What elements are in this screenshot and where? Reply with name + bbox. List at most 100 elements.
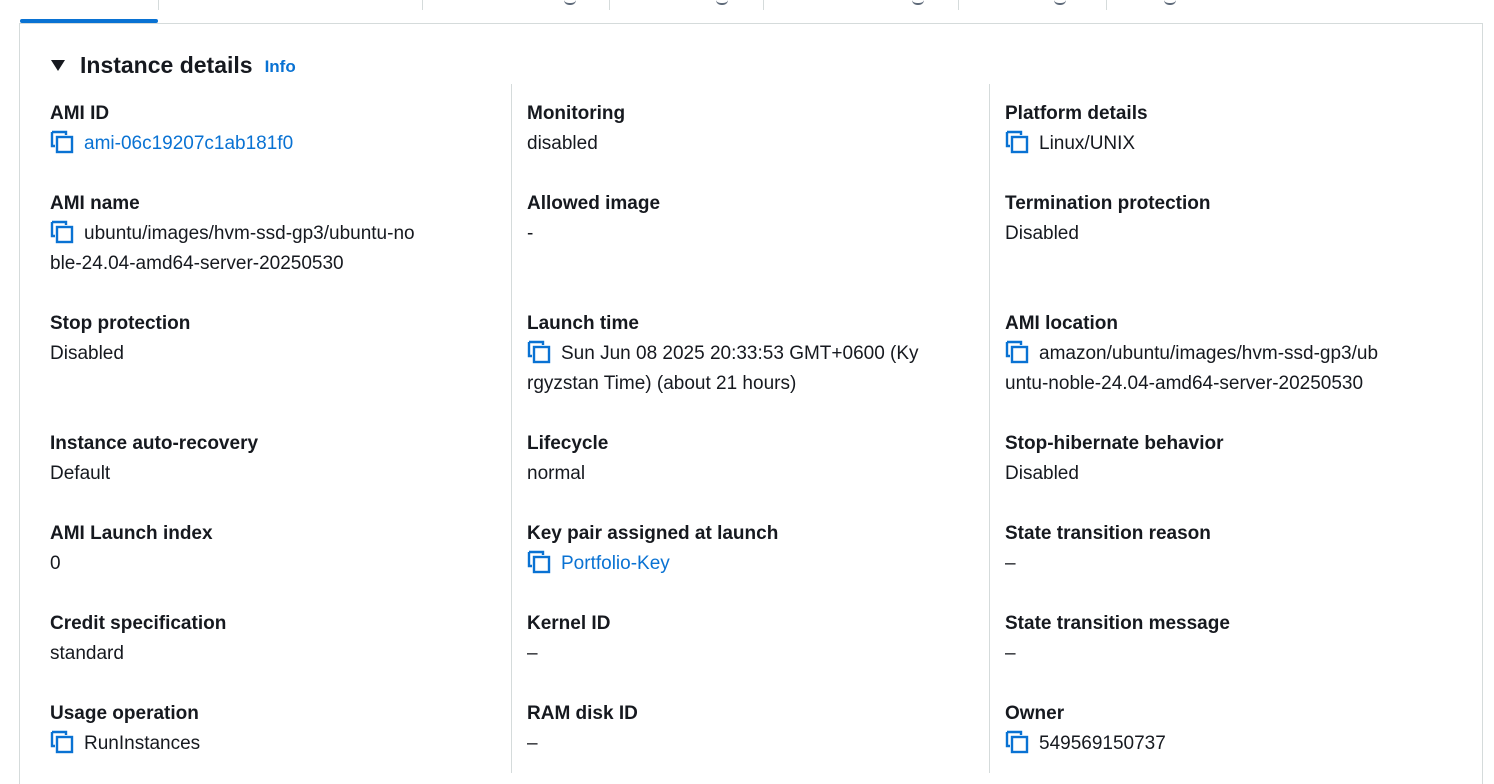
field-label: Lifecycle xyxy=(527,433,609,454)
field-label: AMI location xyxy=(1005,313,1118,334)
field-value: – xyxy=(527,639,967,669)
column-divider xyxy=(511,84,512,773)
field-value-text: – xyxy=(527,643,538,664)
tab-divider xyxy=(609,0,610,10)
detail-field: AMI ID ami-06c19207c1ab181f0 xyxy=(50,99,490,159)
field-value: normal xyxy=(527,459,967,489)
field-value: Disabled xyxy=(50,339,490,369)
copy-icon[interactable] xyxy=(50,220,74,244)
field-value: – xyxy=(1005,549,1445,579)
field-value: ubuntu/images/hvm-ssd-gp3/ubuntu-no ble-2… xyxy=(50,219,490,279)
detail-field: State transition reason – xyxy=(1005,519,1445,579)
field-value: Disabled xyxy=(1005,459,1445,489)
detail-field: State transition message – xyxy=(1005,609,1445,669)
section-title: Instance details xyxy=(80,51,253,78)
copy-icon[interactable] xyxy=(50,730,74,754)
detail-field: Credit specification standard xyxy=(50,609,490,669)
detail-field: Owner 549569150737 xyxy=(1005,699,1445,759)
field-value: Disabled xyxy=(1005,219,1445,249)
detail-field: AMI Launch index 0 xyxy=(50,519,490,579)
detail-field: AMI location amazon/ubuntu/images/hvm-ssd… xyxy=(1005,309,1445,399)
copy-icon[interactable] xyxy=(1005,130,1029,154)
tab-label-fragment[interactable] xyxy=(1054,0,1066,5)
tab-label-fragment[interactable] xyxy=(564,0,576,5)
field-value-text: Default xyxy=(50,463,111,484)
field-value: standard xyxy=(50,639,490,669)
field-value-text[interactable]: Portfolio-Key xyxy=(561,553,670,574)
tab-divider xyxy=(958,0,959,10)
tab-divider xyxy=(763,0,764,10)
detail-field: Instance auto-recovery Default xyxy=(50,429,490,489)
column-divider xyxy=(989,84,990,773)
field-value-text: Disabled xyxy=(50,343,124,364)
copy-icon[interactable] xyxy=(1005,730,1029,754)
detail-field: Kernel ID – xyxy=(527,609,967,669)
field-value-text: – xyxy=(1005,643,1016,664)
detail-field: Stop protection Disabled xyxy=(50,309,490,369)
section-header[interactable]: Instance details Info xyxy=(51,50,296,80)
detail-field: Platform details Linux/UNIX xyxy=(1005,99,1445,159)
field-label: AMI name xyxy=(50,193,140,214)
detail-field: Stop-hibernate behavior Disabled xyxy=(1005,429,1445,489)
field-label: State transition message xyxy=(1005,613,1230,634)
field-value: amazon/ubuntu/images/hvm-ssd-gp3/ub untu-… xyxy=(1005,339,1445,399)
detail-field: Launch time Sun Jun 08 2025 20:33:53 GMT+… xyxy=(527,309,967,399)
field-value-text: amazon/ubuntu/images/hvm-ssd-gp3/ub untu-… xyxy=(1005,343,1379,394)
field-value-text: Linux/UNIX xyxy=(1039,133,1136,154)
field-label: Allowed image xyxy=(527,193,661,214)
field-label: Key pair assigned at launch xyxy=(527,523,779,544)
detail-field: Usage operation RunInstances xyxy=(50,699,490,759)
field-value-text: standard xyxy=(50,643,124,664)
caret-down-icon[interactable] xyxy=(51,59,65,71)
field-value: Linux/UNIX xyxy=(1005,129,1445,159)
field-label: AMI ID xyxy=(50,103,110,124)
field-value-text: Sun Jun 08 2025 20:33:53 GMT+0600 (Ky rgy… xyxy=(527,343,919,394)
field-value-text: Disabled xyxy=(1005,463,1079,484)
field-value: - xyxy=(527,219,967,249)
field-value[interactable]: ami-06c19207c1ab181f0 xyxy=(50,129,490,159)
field-label: Launch time xyxy=(527,313,639,334)
field-value: 549569150737 xyxy=(1005,729,1445,759)
field-label: Kernel ID xyxy=(527,613,611,634)
field-value-text[interactable]: ami-06c19207c1ab181f0 xyxy=(84,133,293,154)
detail-field: Lifecycle normal xyxy=(527,429,967,489)
tab-divider xyxy=(158,0,159,10)
field-value[interactable]: Portfolio-Key xyxy=(527,549,967,579)
field-label: Owner xyxy=(1005,703,1065,724)
tab-label-fragment[interactable] xyxy=(912,0,924,5)
copy-icon[interactable] xyxy=(527,550,551,574)
detail-field: RAM disk ID – xyxy=(527,699,967,759)
tab-divider xyxy=(422,0,423,10)
copy-icon[interactable] xyxy=(50,130,74,154)
info-link[interactable]: Info xyxy=(265,57,296,77)
field-value: – xyxy=(527,729,967,759)
field-value-text: normal xyxy=(527,463,586,484)
field-label: Platform details xyxy=(1005,103,1148,124)
field-value: – xyxy=(1005,639,1445,669)
field-value-text: RunInstances xyxy=(84,733,201,754)
field-value: 0 xyxy=(50,549,490,579)
field-value-text: – xyxy=(527,733,538,754)
field-label: Monitoring xyxy=(527,103,626,124)
detail-field: Termination protection Disabled xyxy=(1005,189,1445,249)
field-label: Stop protection xyxy=(50,313,191,334)
tab-strip xyxy=(0,0,1494,24)
field-label: Instance auto-recovery xyxy=(50,433,259,454)
tab-label-fragment[interactable] xyxy=(716,0,728,5)
detail-field: AMI name ubuntu/images/hvm-ssd-gp3/ubuntu… xyxy=(50,189,490,279)
copy-icon[interactable] xyxy=(527,340,551,364)
field-value-text: 0 xyxy=(50,553,61,574)
field-label: RAM disk ID xyxy=(527,703,638,724)
field-label: Stop-hibernate behavior xyxy=(1005,433,1224,454)
field-label: Usage operation xyxy=(50,703,199,724)
field-value: Default xyxy=(50,459,490,489)
field-value: RunInstances xyxy=(50,729,490,759)
detail-field: Monitoring disabled xyxy=(527,99,967,159)
tab-label-fragment[interactable] xyxy=(1164,0,1176,5)
field-label: Credit specification xyxy=(50,613,227,634)
field-value-text: Disabled xyxy=(1005,223,1079,244)
copy-icon[interactable] xyxy=(1005,340,1029,364)
field-value-text: – xyxy=(1005,553,1016,574)
field-value: Sun Jun 08 2025 20:33:53 GMT+0600 (Ky rgy… xyxy=(527,339,967,399)
tab-divider xyxy=(1106,0,1107,10)
